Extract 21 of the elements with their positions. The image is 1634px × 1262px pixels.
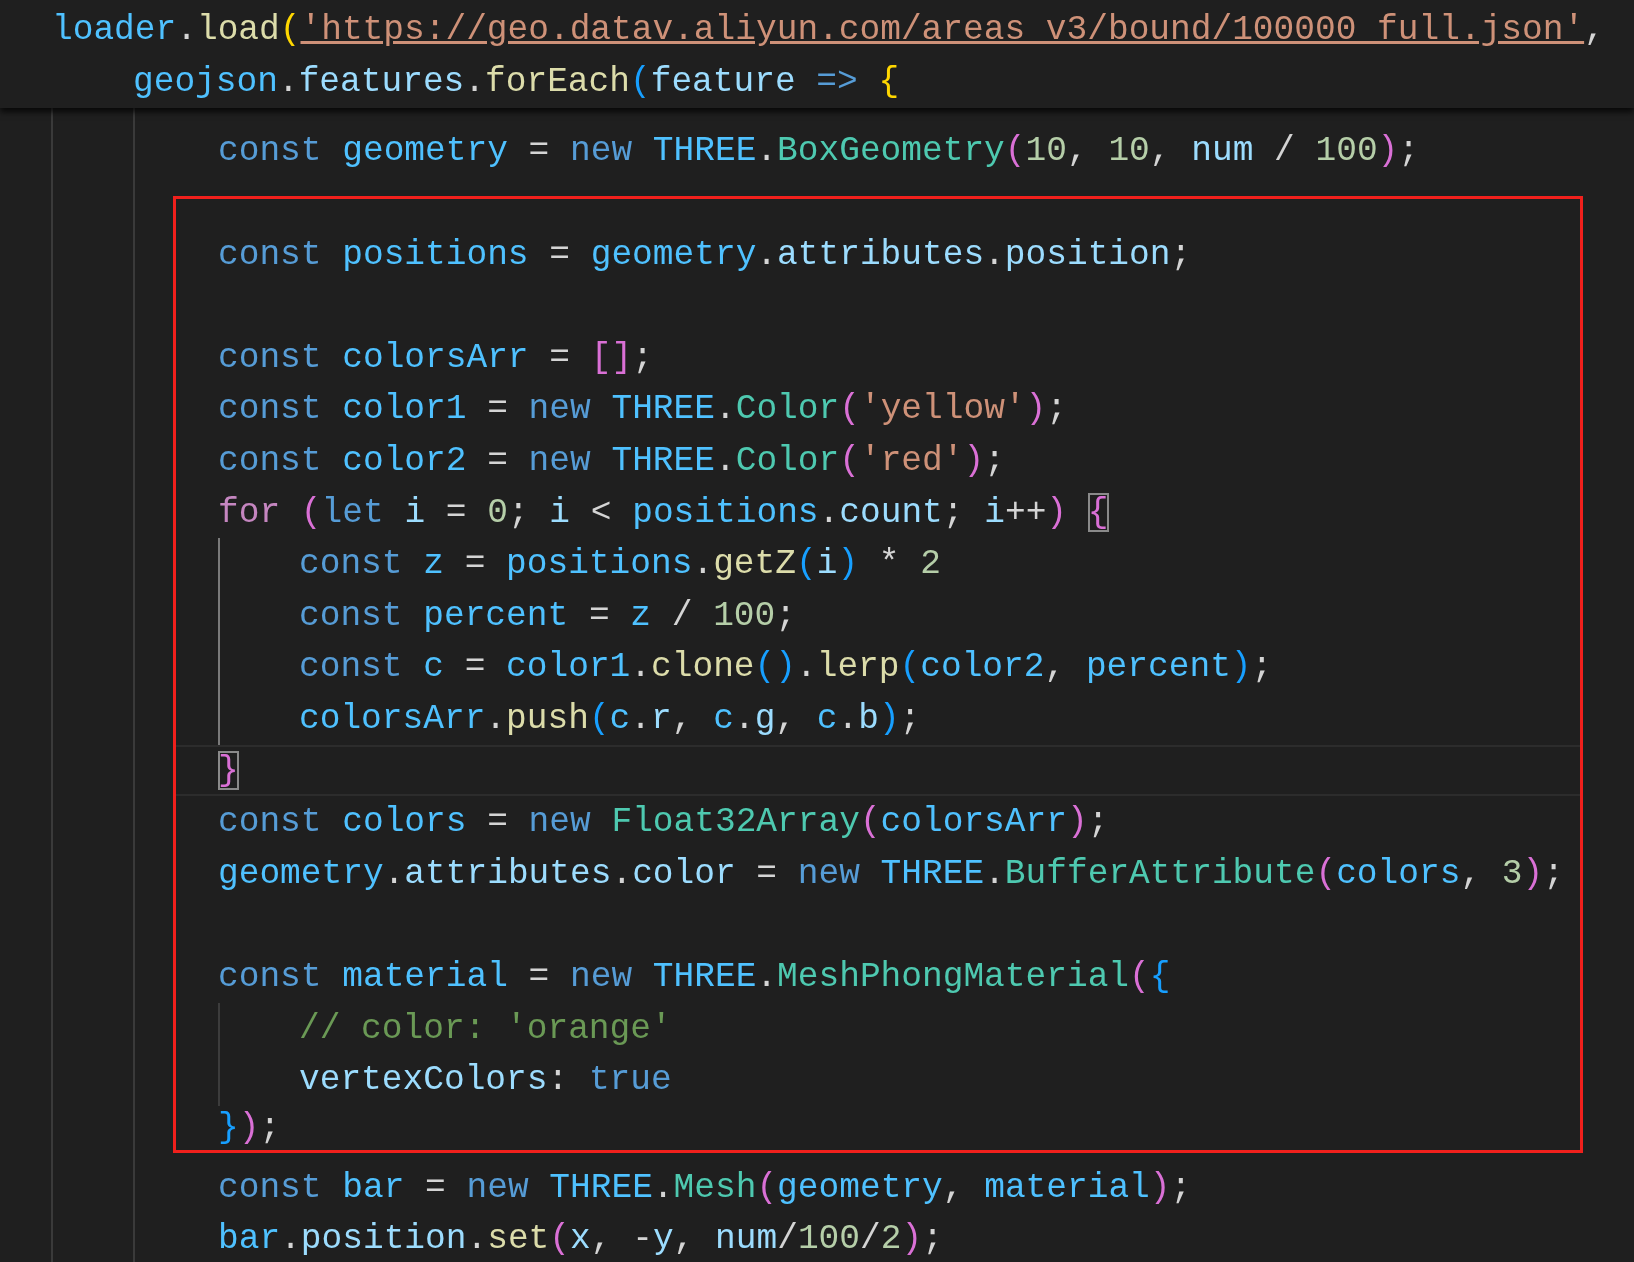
code-line: const colorsArr = []; [218, 336, 653, 379]
code-line: const color1 = new THREE.Color('yellow'); [218, 388, 1067, 431]
code-line: bar.position.set(x, -y, num/100/2); [218, 1218, 943, 1261]
code-line: }); [218, 1106, 281, 1149]
code-line: for (let i = 0; i < positions.count; i++) { [218, 491, 1109, 534]
code-line[interactable]: loader.load('https://geo.datav.aliyun.com/areas_v3/bound/100000_full.json', [52, 4, 1605, 56]
code-line: } [176, 744, 1580, 797]
code-line: const bar = new THREE.Mesh(geometry, material); [218, 1166, 1192, 1209]
code-line: const colors = new Float32Array(colorsArr); [218, 801, 1109, 844]
code-line: geometry.attributes.color = new THREE.BufferAttribute(colors, 3); [218, 852, 1564, 895]
code-line: const c = color1.clone().lerp(color2, percent); [299, 646, 1273, 689]
code-line: const positions = geometry.attributes.position; [218, 233, 1192, 276]
code-line: const geometry = new THREE.BoxGeometry(10, 10, num / 100); [218, 130, 1420, 172]
code-line: const z = positions.getZ(i) * 2 [299, 543, 941, 586]
code-line: colorsArr.push(c.r, c.g, c.b); [299, 697, 921, 740]
code-line: const material = new THREE.MeshPhongMaterial({ [218, 955, 1171, 998]
code-line: vertexColors: true [299, 1059, 672, 1102]
code-line[interactable]: geojson.features.forEach(feature => { [133, 55, 900, 108]
code-line: const percent = z / 100; [299, 594, 796, 637]
code-line: // color: 'orange' [299, 1007, 672, 1050]
code-line: const color2 = new THREE.Color('red'); [218, 439, 1005, 482]
